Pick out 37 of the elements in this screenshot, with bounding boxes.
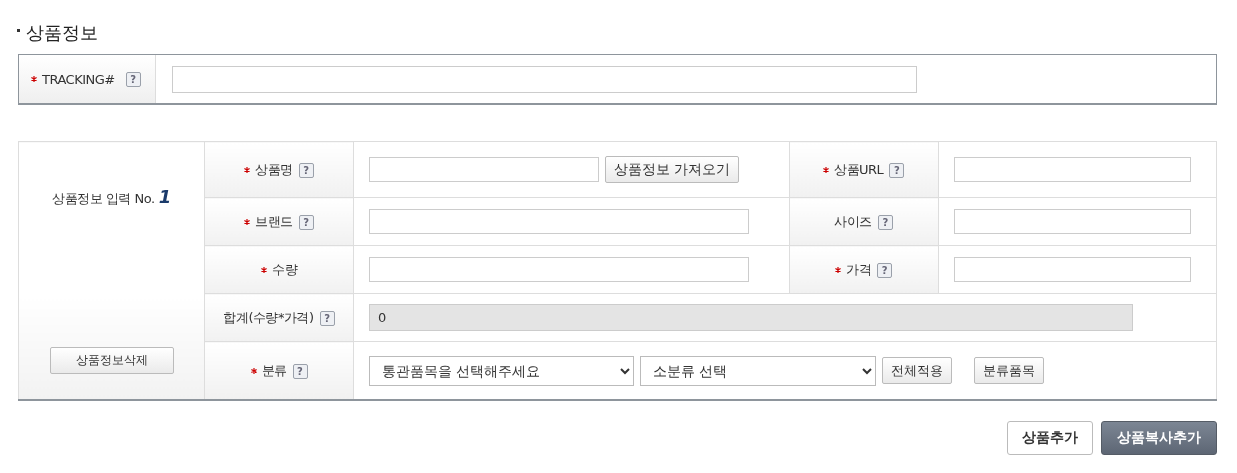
tracking-input[interactable]	[172, 65, 917, 93]
help-button[interactable]: ?	[298, 162, 314, 178]
help-button[interactable]: ?	[877, 262, 893, 278]
field-label: TRACKING#	[42, 71, 115, 87]
product-number: 1	[158, 186, 171, 207]
field-label: 상품URL	[834, 161, 884, 177]
text-field[interactable]	[953, 157, 1191, 182]
field-label: 합계(수량*가격)	[223, 309, 314, 325]
field-label: 브랜드	[255, 213, 293, 229]
text-field[interactable]	[953, 209, 1191, 234]
help-button[interactable]: ?	[319, 310, 335, 326]
field-label: 사이즈	[834, 213, 872, 229]
add-product-button[interactable]: 상품복사추가	[1101, 421, 1217, 455]
help-button[interactable]: ?	[292, 363, 308, 379]
total-field: 0	[369, 304, 1133, 331]
delete-product-button[interactable]: 상품정보삭제	[49, 347, 174, 374]
help-button[interactable]: ?	[125, 71, 141, 87]
help-button[interactable]: ?	[889, 162, 905, 178]
field-label: 상품명	[255, 161, 293, 177]
text-field[interactable]	[369, 257, 749, 282]
text-field[interactable]	[369, 157, 599, 182]
category-button[interactable]: 전체적용	[882, 357, 952, 384]
text-field[interactable]	[369, 209, 749, 234]
fetch-info-button[interactable]: 상품정보 가져오기	[605, 156, 740, 183]
section-title: 상품정보	[26, 21, 98, 45]
field-label: 가격	[846, 261, 872, 277]
help-button[interactable]: ?	[877, 214, 893, 230]
help-button[interactable]: ?	[298, 214, 314, 230]
bullet-icon	[17, 28, 20, 32]
add-product-button[interactable]: 상품추가	[1007, 421, 1093, 455]
category-button[interactable]: 분류품목	[974, 357, 1044, 384]
product-heading: 상품정보 입력 No.	[52, 190, 155, 208]
text-field[interactable]	[953, 257, 1191, 282]
category-select[interactable]: 통관품목을 선택해주세요	[369, 355, 634, 386]
field-label: 분류	[261, 362, 287, 378]
category-select[interactable]: 소분류 선택	[640, 355, 876, 386]
field-label: 수량	[272, 261, 297, 277]
